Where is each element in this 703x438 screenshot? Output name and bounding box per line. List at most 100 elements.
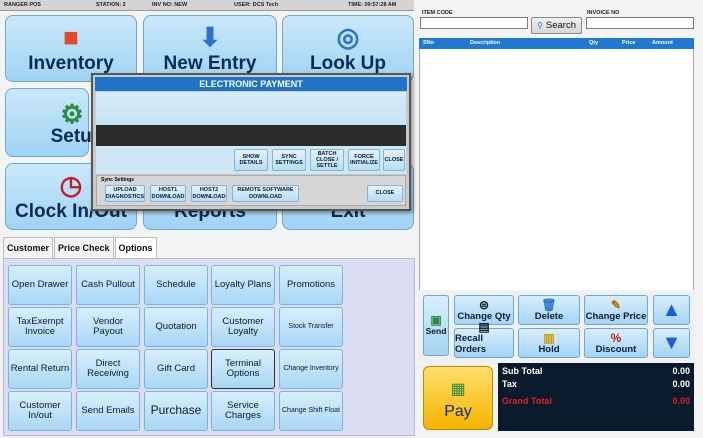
column-description: Description bbox=[470, 40, 501, 46]
recall-orders-label: Recall Orders bbox=[455, 333, 487, 355]
purchase-button[interactable]: Purchase bbox=[144, 391, 208, 431]
tax-row: Tax 0.00 bbox=[502, 379, 690, 389]
search-button[interactable]: ⚲ Search bbox=[531, 17, 582, 34]
boxes-icon: ■ bbox=[63, 22, 79, 52]
items-table-header: SNo Description Qty Price Amount bbox=[419, 38, 694, 49]
schedule-button[interactable]: Schedule bbox=[144, 265, 208, 305]
user-label: USER: DCS Tech bbox=[234, 2, 279, 8]
sync-close-button[interactable]: CLOSE bbox=[367, 185, 403, 202]
look-up-tile[interactable]: ◎ Look Up bbox=[282, 15, 414, 82]
send-label: Send bbox=[425, 325, 447, 336]
setup-label: Setup bbox=[50, 126, 104, 147]
new-entry-tile[interactable]: ⬇ New Entry bbox=[143, 15, 277, 82]
setup-tile[interactable]: ⚙ Setup bbox=[5, 88, 103, 157]
pay-button[interactable]: ▦ Pay bbox=[423, 366, 493, 430]
arrow-down-icon: ▼ bbox=[661, 331, 682, 354]
column-qty: Qty bbox=[589, 40, 599, 46]
item-code-input[interactable] bbox=[420, 17, 528, 29]
sync-settings-button[interactable]: SYNC SETTINGS bbox=[272, 149, 306, 171]
tax-label: Tax bbox=[502, 379, 517, 389]
cash-pullout-button[interactable]: Cash Pullout bbox=[76, 265, 140, 305]
trash-icon: 🗑 bbox=[541, 298, 557, 312]
vendor-payout-button[interactable]: Vendor Payout bbox=[76, 307, 140, 347]
delete-button[interactable]: 🗑 Delete bbox=[518, 295, 580, 325]
status-bar: RANGER POS STATION: 2 INV NO: NEW USER: … bbox=[0, 0, 414, 11]
tax-value: 0.00 bbox=[672, 379, 690, 389]
change-inventory-button[interactable]: Change Inventory bbox=[279, 349, 343, 389]
new-entry-label: New Entry bbox=[163, 53, 257, 74]
pay-label: Pay bbox=[444, 403, 472, 420]
discount-label: Discount bbox=[595, 344, 637, 355]
loyalty-plans-button[interactable]: Loyalty Plans bbox=[211, 265, 275, 305]
upload-diagnostics-button[interactable]: UPLOAD DIAGNOSTICS bbox=[105, 185, 145, 202]
download-arrow-icon: ⬇ bbox=[199, 22, 221, 52]
show-details-button[interactable]: SHOW DETAILS bbox=[234, 149, 268, 171]
rental-return-button[interactable]: Rental Return bbox=[8, 349, 72, 389]
column-sno: SNo bbox=[423, 40, 434, 46]
options-panel: Open Drawer Cash Pullout Schedule Loyalt… bbox=[3, 258, 415, 436]
host2-download-button[interactable]: HOST2 DOWNLOAD bbox=[191, 185, 227, 202]
recall-icon: ▤ bbox=[478, 320, 490, 334]
hold-button[interactable]: ▥ Hold bbox=[518, 328, 580, 358]
discount-tag-icon: % bbox=[610, 331, 622, 345]
quotation-button[interactable]: Quotation bbox=[144, 307, 208, 347]
clipboard-icon: ▥ bbox=[543, 331, 555, 345]
tab-customer[interactable]: Customer bbox=[3, 237, 54, 259]
grand-total-label: Grand Total bbox=[502, 396, 552, 406]
discount-button[interactable]: % Discount bbox=[584, 328, 648, 358]
clock-icon: ◷ bbox=[59, 170, 83, 200]
remote-software-download-button[interactable]: REMOTE SOFTWARE DOWNLOAD bbox=[232, 185, 299, 202]
scroll-up-button[interactable]: ▲ bbox=[653, 295, 690, 325]
sub-total-value: 0.00 bbox=[672, 366, 690, 376]
pos-name: RANGER POS bbox=[4, 2, 41, 8]
send-button[interactable]: ▣ Send bbox=[423, 295, 449, 356]
customer-loyalty-button[interactable]: Customer Loyalty bbox=[211, 307, 275, 347]
service-charges-button[interactable]: Service Charges bbox=[211, 391, 275, 431]
tab-price-check[interactable]: Price Check bbox=[54, 237, 114, 259]
invoice-no-label: INVOICE NO bbox=[587, 10, 620, 16]
price-tag-icon: ✎ bbox=[610, 298, 622, 312]
send-emails-button[interactable]: Send Emails bbox=[76, 391, 140, 431]
terminal-options-button[interactable]: Terminal Options bbox=[211, 349, 275, 389]
recall-orders-button[interactable]: ▤ Recall Orders bbox=[454, 321, 514, 358]
column-price: Price bbox=[622, 40, 636, 46]
grand-total-row: Grand Total 0.00 bbox=[502, 396, 690, 406]
change-price-button[interactable]: ✎ Change Price bbox=[584, 295, 648, 325]
sync-settings-label: Sync Settings bbox=[101, 177, 135, 183]
time-label: TIME: 09:57:28 AM bbox=[348, 2, 397, 8]
dialog-title: ELECTRONIC PAYMENT bbox=[95, 77, 407, 91]
delete-label: Delete bbox=[534, 311, 564, 322]
send-icon: ▣ bbox=[430, 312, 442, 327]
totals-panel: Sub Total 0.00 Tax 0.00 Grand Total 0.00 bbox=[498, 363, 694, 431]
invoice-no-input[interactable] bbox=[586, 17, 694, 29]
sub-total-label: Sub Total bbox=[502, 366, 543, 376]
tax-exempt-invoice-button[interactable]: TaxExempt Invoice bbox=[8, 307, 72, 347]
items-table-body[interactable] bbox=[419, 49, 694, 290]
inventory-label: Inventory bbox=[28, 53, 114, 74]
search-label: Search bbox=[545, 20, 576, 31]
dialog-close-button[interactable]: CLOSE bbox=[383, 149, 405, 171]
gift-card-button[interactable]: Gift Card bbox=[144, 349, 208, 389]
batch-close-settle-button[interactable]: BATCH CLOSE / SETTLE bbox=[310, 149, 344, 171]
station-label: STATION: 2 bbox=[96, 2, 126, 8]
search-icon: ⚲ bbox=[537, 21, 543, 30]
change-price-label: Change Price bbox=[585, 311, 647, 322]
inventory-tile[interactable]: ■ Inventory bbox=[5, 15, 137, 82]
scroll-down-button[interactable]: ▼ bbox=[653, 328, 690, 358]
customer-in-out-button[interactable]: Customer In/out bbox=[8, 391, 72, 431]
promotions-button[interactable]: Promotions bbox=[279, 265, 343, 305]
grand-total-value: 0.00 bbox=[672, 396, 690, 406]
look-up-label: Look Up bbox=[310, 53, 386, 74]
tab-options[interactable]: Options bbox=[114, 237, 157, 259]
stock-transfer-button[interactable]: Stock Transfer bbox=[279, 307, 343, 347]
column-amount: Amount bbox=[652, 40, 673, 46]
force-initialize-button[interactable]: FORCE INITIALIZE bbox=[348, 149, 380, 171]
item-code-label: ITEM CODE bbox=[422, 10, 453, 16]
dialog-button-row: SHOW DETAILS SYNC SETTINGS BATCH CLOSE /… bbox=[96, 146, 406, 174]
direct-receiving-button[interactable]: Direct Receiving bbox=[76, 349, 140, 389]
dialog-message-area bbox=[96, 92, 406, 125]
change-shift-float-button[interactable]: Change Shift Float bbox=[279, 391, 343, 431]
open-drawer-button[interactable]: Open Drawer bbox=[8, 265, 72, 305]
host1-download-button[interactable]: HOST1 DOWNLOAD bbox=[150, 185, 186, 202]
tab-bar: Customer Price Check Options bbox=[3, 237, 158, 259]
